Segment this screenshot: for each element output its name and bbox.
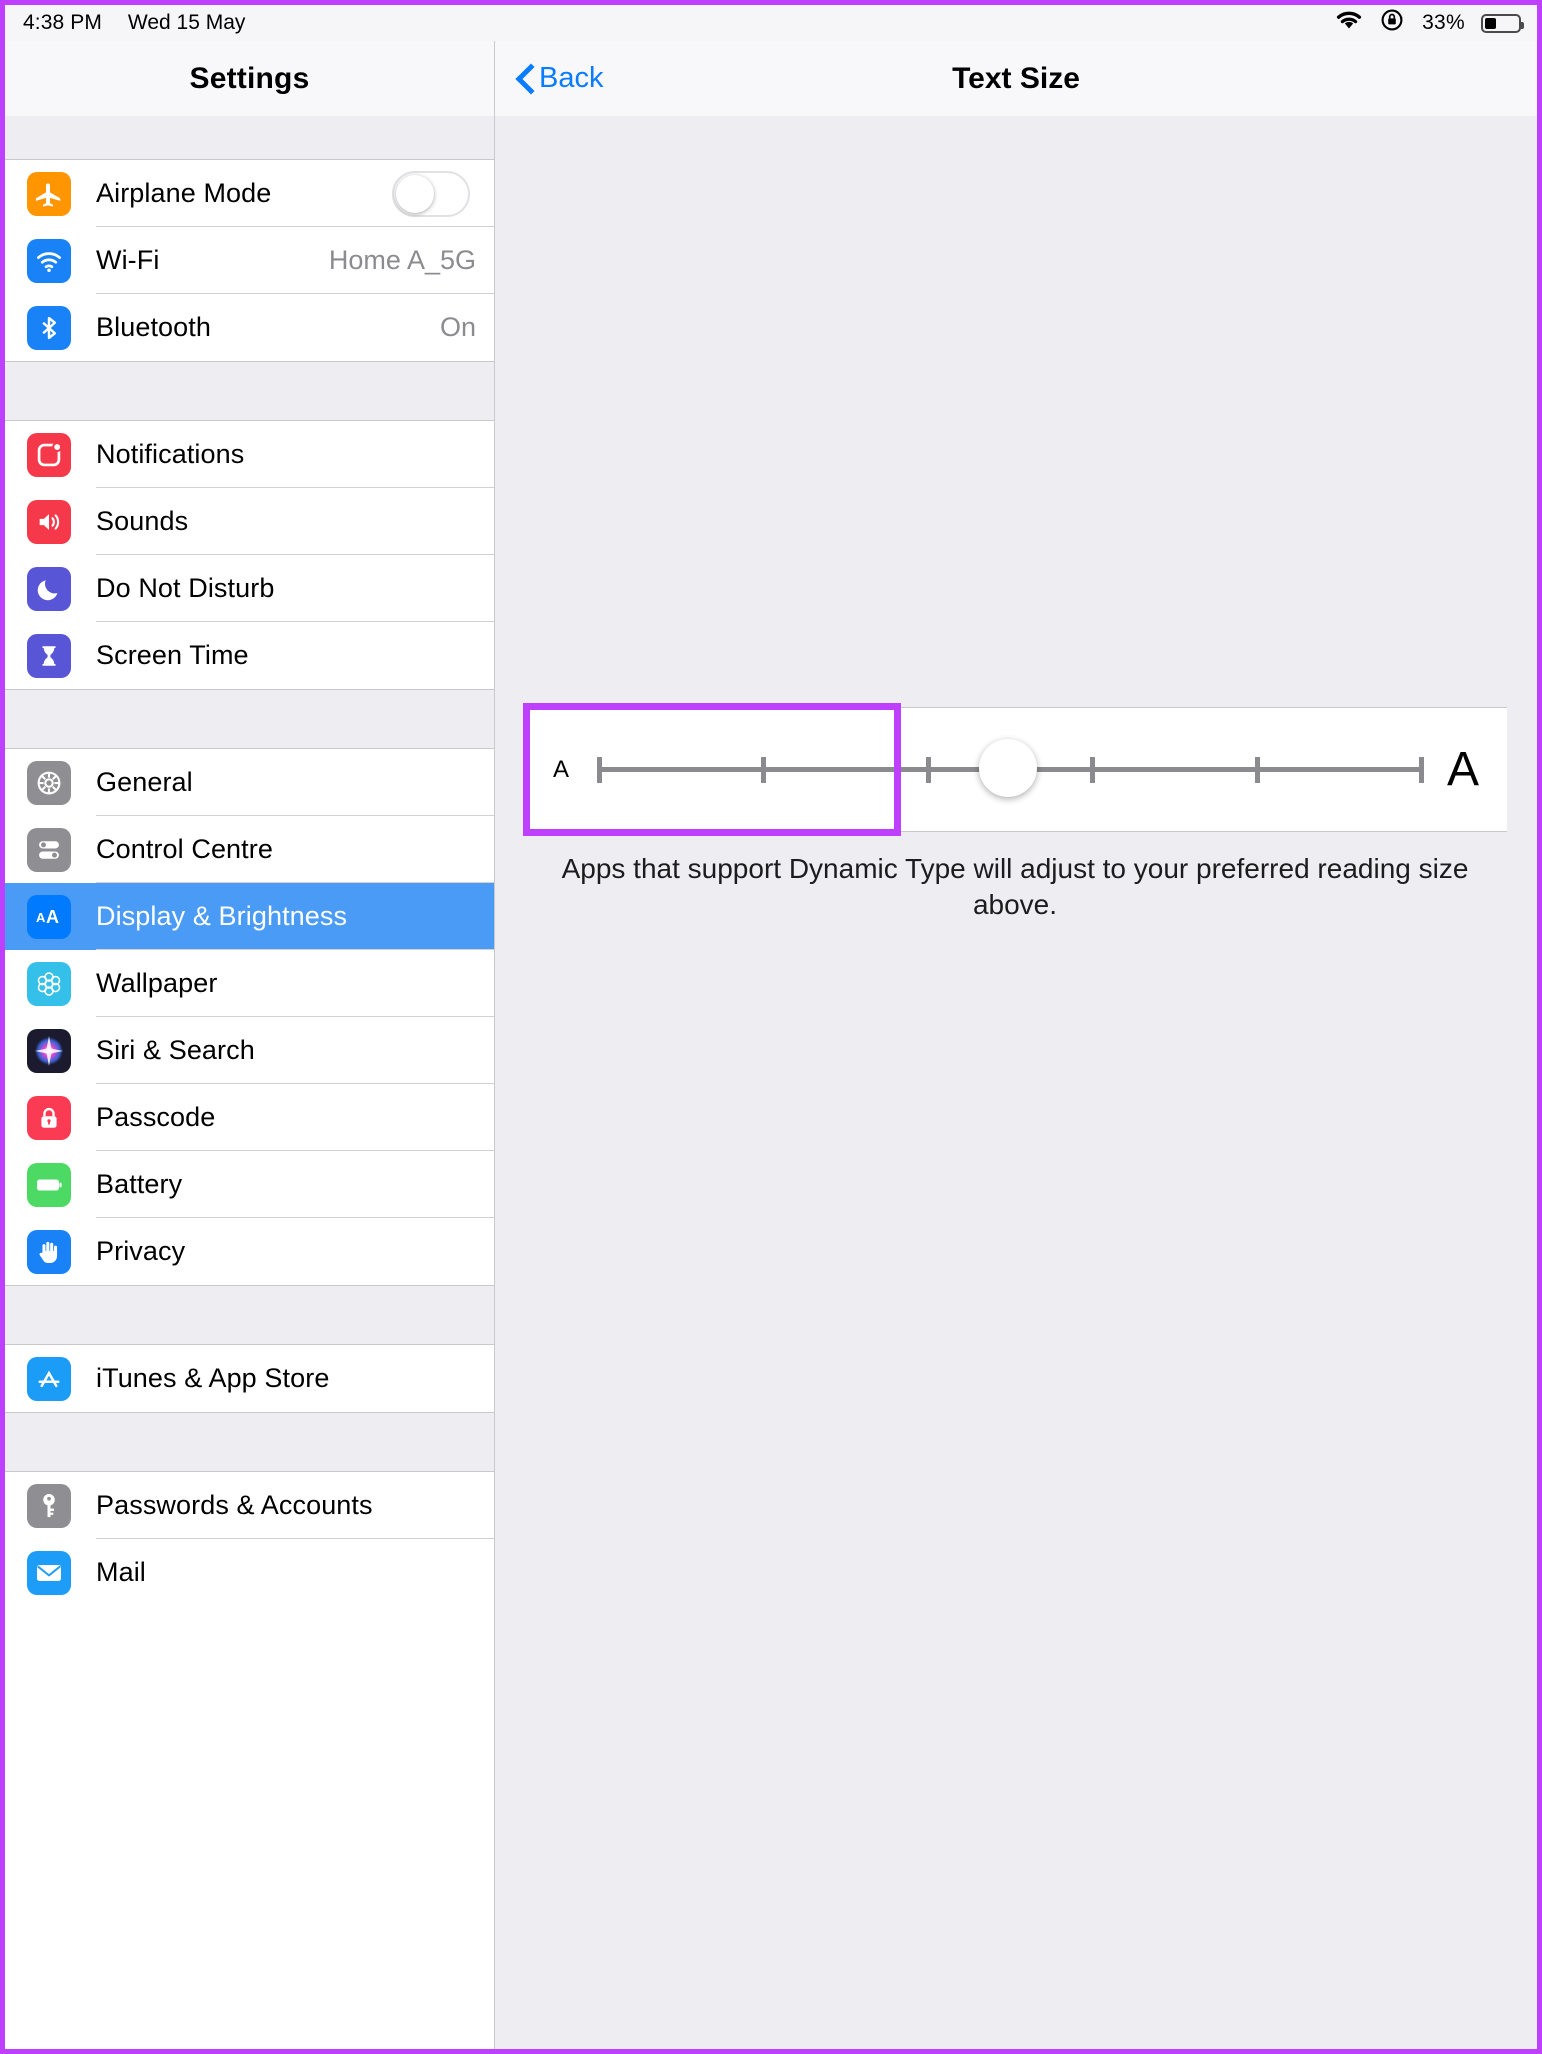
notifications-icon bbox=[27, 432, 71, 477]
svg-text:A: A bbox=[36, 910, 46, 925]
sidebar-group-separator bbox=[5, 361, 494, 421]
page-title: Settings bbox=[189, 61, 310, 95]
detail-title: Text Size bbox=[952, 61, 1080, 95]
key-icon bbox=[27, 1483, 71, 1528]
status-date: Wed 15 May bbox=[127, 11, 246, 34]
status-bar: 4:38 PM Wed 15 May 33% bbox=[5, 5, 1537, 41]
slider-tick bbox=[761, 756, 767, 783]
sidebar-item-sounds[interactable]: Sounds bbox=[5, 488, 494, 555]
slider-caption: Apps that support Dynamic Type will adju… bbox=[561, 853, 1469, 920]
sidebar-item-label: General bbox=[96, 767, 193, 797]
siri-icon bbox=[27, 1028, 71, 1073]
sidebar-item-label: Control Centre bbox=[96, 834, 273, 864]
slider-tick bbox=[597, 756, 603, 783]
sidebar-group-separator bbox=[5, 689, 494, 749]
sidebar-item-label: Screen Time bbox=[96, 640, 249, 670]
large-a-label: A bbox=[1446, 743, 1479, 796]
slider-tick bbox=[1254, 756, 1260, 783]
sliders-icon bbox=[27, 827, 71, 872]
sidebar-item-mail[interactable]: Mail bbox=[5, 1539, 494, 1606]
toggle-knob bbox=[396, 174, 434, 213]
bluetooth-icon bbox=[27, 305, 71, 350]
sidebar-item-label: Sounds bbox=[96, 506, 189, 536]
sidebar-item-label: Siri & Search bbox=[96, 1035, 255, 1065]
sidebar-item-screen-time[interactable]: Screen Time bbox=[5, 622, 494, 689]
sidebar-item-label: Notifications bbox=[96, 439, 245, 469]
envelope-icon bbox=[27, 1550, 71, 1595]
sidebar-item-display-brightness[interactable]: A A Display & Brightness bbox=[5, 883, 494, 950]
slider-tick bbox=[1090, 756, 1096, 783]
sidebar-item-value: On bbox=[439, 312, 476, 342]
sidebar-item-label: iTunes & App Store bbox=[96, 1363, 330, 1393]
airplane-mode-toggle[interactable] bbox=[392, 170, 470, 217]
flower-icon bbox=[27, 961, 71, 1006]
app-store-icon bbox=[27, 1356, 71, 1401]
sidebar-item-label: Airplane Mode bbox=[96, 178, 272, 208]
status-bar-right: 33% bbox=[1334, 7, 1524, 39]
sidebar-item-label: Wi-Fi bbox=[96, 245, 160, 275]
sounds-icon bbox=[27, 499, 71, 544]
rotation-lock-icon bbox=[1380, 7, 1406, 39]
wifi-icon bbox=[27, 238, 71, 283]
sidebar-item-label: Bluetooth bbox=[96, 312, 211, 342]
gear-icon bbox=[27, 760, 71, 805]
status-bar-left: 4:38 PM Wed 15 May bbox=[23, 11, 245, 35]
slider-tick bbox=[1418, 756, 1424, 783]
battery-icon bbox=[27, 1162, 71, 1207]
sidebar-item-label: Display & Brightness bbox=[96, 901, 348, 931]
sidebar-item-label: Wallpaper bbox=[96, 968, 218, 998]
sidebar-item-siri-search[interactable]: Siri & Search bbox=[5, 1017, 494, 1084]
small-a-label: A bbox=[553, 755, 570, 783]
sidebar-item-label: Do Not Disturb bbox=[96, 573, 275, 603]
sidebar-item-label: Mail bbox=[96, 1557, 146, 1587]
text-size-slider-card[interactable]: A A bbox=[525, 707, 1507, 832]
sidebar-item-bluetooth[interactable]: Bluetooth On bbox=[5, 294, 494, 361]
sidebar-item-passcode[interactable]: Passcode bbox=[5, 1084, 494, 1151]
sidebar-item-notifications[interactable]: Notifications bbox=[5, 421, 494, 488]
sidebar-header: Settings bbox=[5, 41, 494, 116]
sidebar-group-separator bbox=[5, 116, 494, 160]
slider-knob[interactable] bbox=[979, 738, 1037, 797]
battery-icon bbox=[1481, 13, 1524, 33]
sidebar-group-separator bbox=[5, 1285, 494, 1345]
status-time: 4:38 PM bbox=[23, 11, 102, 34]
sidebar-item-label: Battery bbox=[96, 1169, 183, 1199]
hourglass-icon bbox=[27, 633, 71, 678]
text-size-icon: AA bbox=[27, 894, 71, 939]
hand-icon bbox=[27, 1229, 71, 1274]
airplane-icon bbox=[27, 171, 71, 216]
slider-tick bbox=[925, 756, 931, 783]
moon-icon bbox=[27, 566, 71, 611]
svg-text:A: A bbox=[46, 907, 59, 927]
settings-sidebar[interactable]: Settings Airplane Mode Wi-Fi Home A_5G Blue… bbox=[5, 41, 495, 2049]
sidebar-item-value: Home A_5G bbox=[328, 245, 476, 275]
sidebar-item-wi-fi[interactable]: Wi-Fi Home A_5G bbox=[5, 227, 494, 294]
sidebar-item-itunes-app-store[interactable]: iTunes & App Store bbox=[5, 1345, 494, 1412]
wifi-icon bbox=[1334, 9, 1364, 37]
sidebar-item-airplane-mode[interactable]: Airplane Mode bbox=[5, 160, 494, 227]
sidebar-item-wallpaper[interactable]: Wallpaper bbox=[5, 950, 494, 1017]
sidebar-item-do-not-disturb[interactable]: Do Not Disturb bbox=[5, 555, 494, 622]
battery-percent: 33% bbox=[1422, 11, 1465, 34]
sidebar-item-general[interactable]: General bbox=[5, 749, 494, 816]
detail-pane: Back Text Size A A Apps that support Dyn… bbox=[495, 41, 1537, 2049]
text-size-slider[interactable] bbox=[597, 738, 1424, 800]
sidebar-item-battery[interactable]: Battery bbox=[5, 1151, 494, 1218]
lock-icon bbox=[27, 1095, 71, 1140]
sidebar-group-separator bbox=[5, 1412, 494, 1472]
sidebar-item-label: Passcode bbox=[96, 1102, 216, 1132]
ipad-settings-screen: 4:38 PM Wed 15 May 33% Settings Airplane… bbox=[0, 0, 1542, 2054]
sidebar-item-passwords-accounts[interactable]: Passwords & Accounts bbox=[5, 1472, 494, 1539]
sidebar-list[interactable]: Airplane Mode Wi-Fi Home A_5G Bluetooth On No… bbox=[5, 116, 494, 1606]
sidebar-item-control-centre[interactable]: Control Centre bbox=[5, 816, 494, 883]
sidebar-item-label: Passwords & Accounts bbox=[96, 1490, 373, 1520]
sidebar-item-label: Privacy bbox=[96, 1236, 186, 1266]
detail-nav-bar: Back Text Size bbox=[495, 41, 1537, 116]
sidebar-item-privacy[interactable]: Privacy bbox=[5, 1218, 494, 1285]
